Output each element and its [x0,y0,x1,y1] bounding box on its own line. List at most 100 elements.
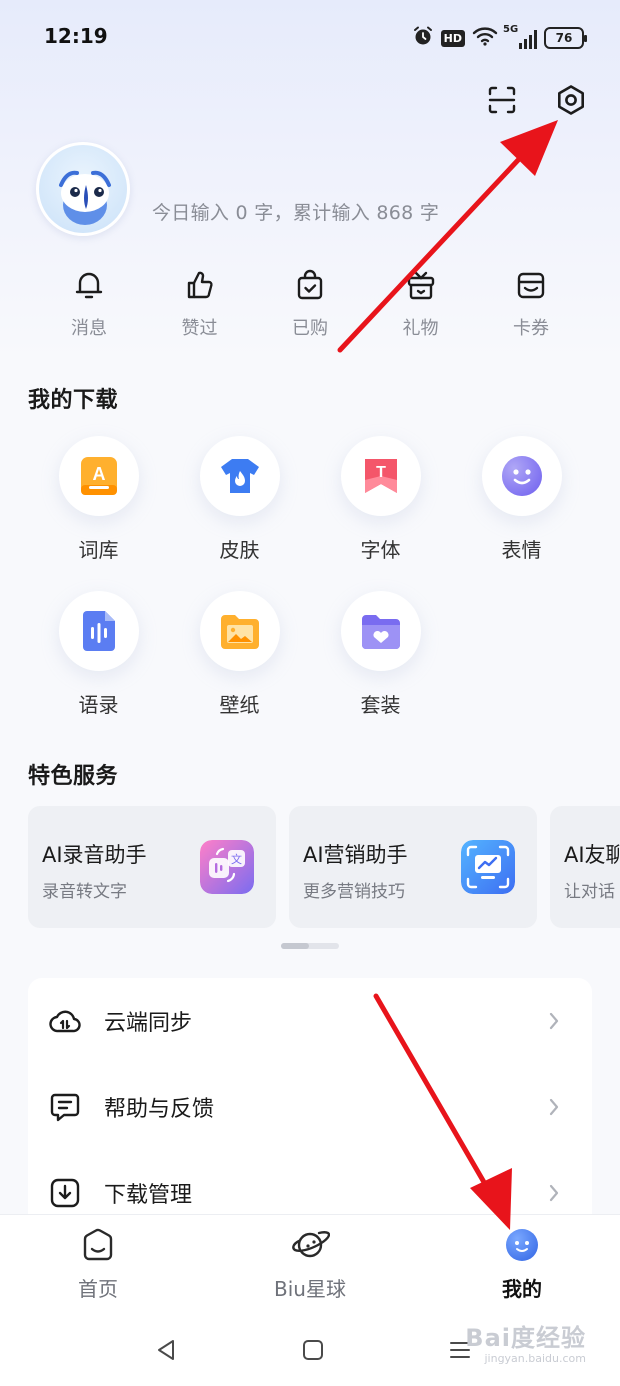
download-label: 壁纸 [219,693,260,717]
quick-action-label: 卡券 [513,318,549,339]
ai-recording-icon: 文 [200,840,254,894]
download-emoji[interactable]: 表情 [451,436,592,563]
downloads-section-title: 我的下载 [28,388,119,413]
menu-item-label: 帮助与反馈 [104,1097,215,1122]
ai-marketing-icon [461,840,515,894]
thumbs-up-icon [187,271,213,299]
download-lexicon[interactable]: A 词库 [28,436,169,563]
profile-face-icon [506,1229,538,1261]
service-title: AI营销助手 [303,843,408,867]
alarm-icon [412,25,434,51]
download-label: 字体 [360,538,401,562]
service-subtitle: 更多营销技巧 [303,882,405,902]
menu-item-cloud-sync[interactable]: 云端同步 [28,978,592,1064]
menu-item-label: 云端同步 [104,1011,193,1036]
network-type-label: 5G [503,24,519,35]
signal-icon: 5G [503,24,537,49]
profile-page: 12:19 HD 5G 76 今日输入 0 字，累计输入 868 字 消息 赞过… [0,0,620,1386]
watermark-text: Bai度经验 [465,1324,586,1352]
cloud-sync-icon [49,1010,81,1033]
status-time: 12:19 [44,24,108,48]
scan-icon [488,86,516,114]
shopping-bag-icon [297,269,323,300]
nav-label: 首页 [78,1277,118,1301]
carousel-scroll-indicator [281,943,339,949]
system-home-button[interactable] [297,1334,329,1366]
quick-action-label: 已购 [292,318,328,339]
font-icon: T [364,459,397,493]
download-label: 词库 [78,538,119,562]
chevron-right-icon [549,1098,559,1116]
svg-text:A: A [92,464,105,484]
feedback-icon [50,1093,80,1122]
hd-badge: HD [440,29,465,47]
battery-indicator: 76 [544,27,587,49]
download-bundle[interactable]: 套装 [310,591,451,718]
menu-item-help-feedback[interactable]: 帮助与反馈 [28,1064,592,1150]
quick-action-label: 礼物 [402,318,439,339]
coupon-icon [517,272,545,299]
quick-action-liked[interactable]: 赞过 [145,268,255,348]
download-icon-bubble [199,436,280,516]
service-subtitle: 录音转文字 [42,882,127,902]
square-home-icon [303,1340,323,1360]
download-icon-bubble [199,591,280,671]
download-font[interactable]: T 字体 [310,436,451,563]
bottom-nav: 首页 Biu星球 我的 [0,1214,620,1314]
bird-mascot-icon [59,170,111,225]
settings-list: 云端同步 帮助与反馈 下载管理 [28,978,592,1238]
status-icons: HD 5G 76 [412,24,587,52]
gear-icon [558,85,584,115]
svg-text:T: T [376,464,386,481]
gift-icon [407,271,434,300]
quick-action-label: 消息 [71,318,107,339]
wifi-icon [472,26,498,50]
home-icon [83,1228,113,1261]
services-carousel[interactable]: AI录音助手 录音转文字 文 AI营销助手 更多营销技巧 AI友聊 让对话 [28,806,620,930]
skin-icon [220,459,259,493]
chevron-right-icon [549,1012,559,1030]
download-icon [50,1178,80,1208]
download-label: 语录 [78,693,119,717]
service-card-ai-chat[interactable]: AI友聊 让对话 [550,806,620,928]
carousel-scroll-thumb [281,943,309,949]
system-back-button[interactable] [150,1334,182,1366]
service-card-ai-recording[interactable]: AI录音助手 录音转文字 文 [28,806,276,928]
download-label: 表情 [501,538,542,562]
quick-action-messages[interactable]: 消息 [34,268,144,348]
download-icon-bubble: A [58,436,139,516]
quick-action-gifts[interactable]: 礼物 [366,268,476,348]
download-icon-bubble [58,591,139,671]
services-section-title: 特色服务 [28,764,119,789]
nav-home[interactable]: 首页 [28,1227,168,1302]
download-icon-bubble: T [340,436,421,516]
settings-button[interactable] [551,80,591,120]
quick-action-coupons[interactable]: 卡券 [476,268,586,348]
watermark-url: jingyan.baidu.com [484,1352,586,1365]
nav-label: Biu星球 [274,1277,346,1301]
lexicon-icon: A [80,457,117,495]
avatar[interactable] [36,142,130,236]
download-skin[interactable]: 皮肤 [169,436,310,563]
download-label: 套装 [360,693,401,717]
quick-action-purchased[interactable]: 已购 [255,268,365,348]
nav-label: 我的 [502,1277,542,1301]
download-icon-bubble [481,436,562,516]
emoji-icon [501,456,542,496]
bundle-icon [361,615,400,649]
nav-profile[interactable]: 我的 [452,1227,592,1302]
service-card-ai-marketing[interactable]: AI营销助手 更多营销技巧 [289,806,537,928]
scan-button[interactable] [482,80,522,120]
quotes-icon [82,611,115,651]
quick-action-label: 赞过 [181,318,218,339]
download-wallpaper[interactable]: 壁纸 [169,591,310,718]
download-label: 皮肤 [219,538,260,562]
service-title: AI友聊 [564,843,620,867]
planet-icon [292,1231,330,1258]
quick-actions: 消息 赞过 已购 礼物 卡券 [34,268,586,348]
chevron-right-icon [549,1184,559,1202]
nav-biu-planet[interactable]: Biu星球 [240,1227,380,1302]
service-subtitle: 让对话 [564,882,615,902]
menu-item-label: 下载管理 [104,1183,193,1208]
download-quotes[interactable]: 语录 [28,591,169,718]
